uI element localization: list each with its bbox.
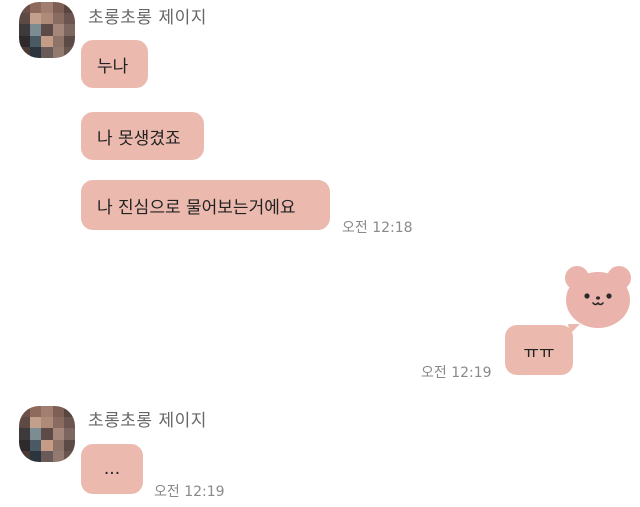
message-timestamp: 오전 12:19 — [154, 484, 225, 500]
message-bubble[interactable]: 누나 — [81, 40, 148, 88]
sender-avatar[interactable] — [19, 406, 75, 462]
message-timestamp: 오전 12:19 — [421, 365, 492, 381]
bubble-tail — [568, 324, 580, 334]
bear-face-sticker-icon[interactable] — [562, 262, 634, 330]
message-bubble[interactable]: ... — [81, 444, 143, 494]
my-message-bubble[interactable]: ㅠㅠ — [505, 325, 573, 375]
sender-name: 초롱초롱 제이지 — [88, 411, 207, 431]
message-bubble[interactable]: 나 못생겼죠 — [81, 112, 204, 160]
message-bubble[interactable]: 나 진심으로 물어보는거에요 — [81, 180, 330, 230]
sender-avatar[interactable] — [19, 2, 75, 58]
sender-name: 초롱초롱 제이지 — [88, 8, 207, 28]
message-timestamp: 오전 12:18 — [342, 220, 413, 236]
